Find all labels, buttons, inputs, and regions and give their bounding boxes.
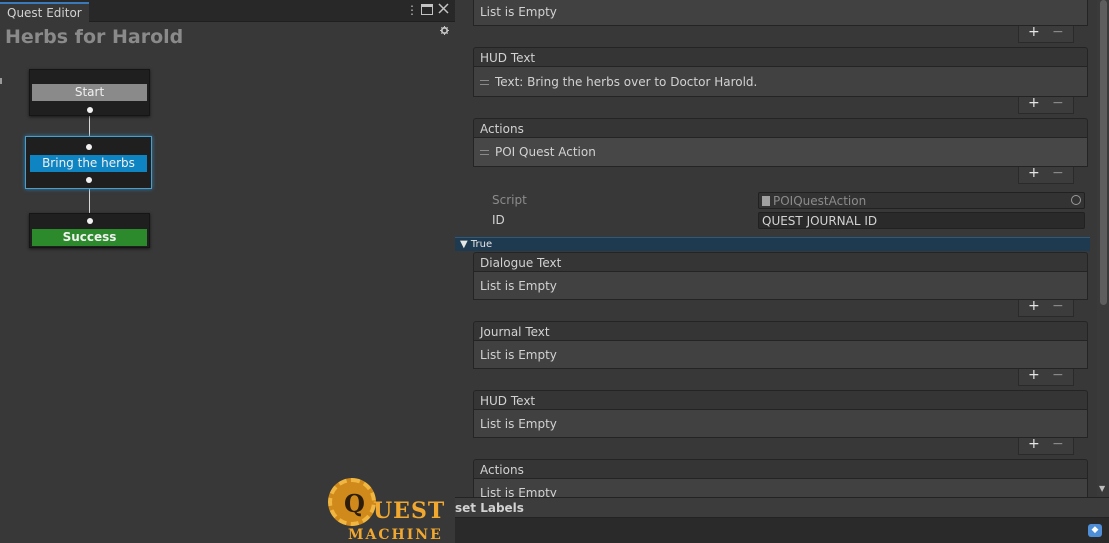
list-empty-text: List is Empty [473, 272, 1088, 300]
quest-node-bring-the-herbs[interactable]: Bring the herbs [25, 136, 152, 189]
quest-machine-logo: Q UEST MACHINE [328, 478, 455, 543]
drag-handle-icon[interactable] [480, 150, 489, 155]
node-label-start: Start [32, 84, 147, 101]
actions-item[interactable]: POI Quest Action [473, 138, 1088, 167]
drag-handle-icon[interactable] [480, 80, 489, 85]
script-file-icon [762, 196, 770, 206]
output-port[interactable] [87, 107, 93, 113]
node-inspector: List is Empty + − HUD Text Text: Bring t… [455, 0, 1109, 497]
remove-item-button[interactable]: − [1052, 367, 1064, 383]
list-controls-journal-text: + − [1018, 367, 1074, 386]
quest-graph-panel: Quest Editor ⋮ Herbs for Harold Start Br… [0, 0, 455, 543]
node-label-success: Success [32, 229, 147, 246]
actions-section-true: Actions List is Empty [473, 459, 1088, 497]
hud-text-section-true: HUD Text List is Empty [473, 390, 1088, 438]
list-empty-text: List is Empty [473, 341, 1088, 369]
quest-node-success[interactable]: Success [29, 213, 150, 248]
node-label-bring-the-herbs: Bring the herbs [30, 155, 147, 172]
input-port[interactable] [86, 144, 92, 150]
tab-bar: Quest Editor ⋮ [0, 0, 455, 22]
dialogue-text-header[interactable]: Dialogue Text [473, 252, 1088, 272]
list-empty-text: List is Empty [473, 479, 1088, 497]
list-controls-hud-text: + − [1018, 95, 1074, 114]
list-empty-text: List is Empty [473, 0, 1088, 26]
graph-edge-marker [0, 78, 2, 84]
remove-item-button[interactable]: − [1052, 24, 1064, 40]
hud-text-header[interactable]: HUD Text [473, 390, 1088, 410]
logo-word-quest: UEST [373, 498, 446, 524]
labels-bar[interactable]: set Labels [455, 497, 1109, 518]
object-picker-icon[interactable] [1071, 195, 1081, 205]
kebab-menu-icon[interactable]: ⋮ [406, 4, 418, 16]
remove-item-button[interactable]: − [1052, 95, 1064, 111]
output-port[interactable] [86, 177, 92, 183]
remove-item-button[interactable]: − [1052, 436, 1064, 452]
list-controls-hud-text-true: + − [1018, 436, 1074, 455]
id-label: ID [492, 213, 505, 227]
list-section-top: List is Empty [473, 0, 1088, 26]
hud-text-value: Text: Bring the herbs over to Doctor Har… [495, 75, 758, 89]
scrollbar-thumb[interactable] [1100, 0, 1107, 305]
gear-logo-icon: Q [328, 478, 376, 526]
script-field: POIQuestAction [758, 192, 1085, 209]
hud-text-item[interactable]: Text: Bring the herbs over to Doctor Har… [473, 67, 1088, 97]
triangle-down-icon: ▼ [460, 239, 468, 250]
tab-quest-editor[interactable]: Quest Editor [0, 2, 89, 22]
close-icon[interactable] [438, 3, 449, 16]
add-item-button[interactable]: + [1028, 298, 1040, 314]
quest-node-start[interactable]: Start [29, 69, 150, 116]
action-name: POI Quest Action [495, 145, 596, 159]
list-controls-actions: + − [1018, 165, 1074, 184]
actions-header[interactable]: Actions [473, 459, 1088, 479]
journal-text-section: Journal Text List is Empty [473, 321, 1088, 369]
hud-text-section: HUD Text Text: Bring the herbs over to D… [473, 47, 1088, 97]
add-item-button[interactable]: + [1028, 436, 1040, 452]
input-port[interactable] [87, 218, 93, 224]
maximize-icon[interactable] [421, 4, 433, 17]
script-label: Script [492, 193, 527, 207]
scroll-down-arrow-icon[interactable]: ▼ [1099, 484, 1105, 493]
actions-section: Actions POI Quest Action [473, 118, 1088, 167]
quest-editor-window: Quest Editor ⋮ Herbs for Harold Start Br… [0, 0, 1109, 543]
add-item-button[interactable]: + [1028, 367, 1040, 383]
add-item-button[interactable]: + [1028, 165, 1040, 181]
remove-item-button[interactable]: − [1052, 165, 1064, 181]
journal-text-header[interactable]: Journal Text [473, 321, 1088, 341]
foldout-true[interactable]: ▼ True [455, 237, 1090, 251]
list-controls-top: + − [1018, 24, 1074, 43]
list-controls-dialogue-text: + − [1018, 298, 1074, 317]
quest-title: Herbs for Harold [5, 26, 184, 48]
add-item-button[interactable]: + [1028, 95, 1040, 111]
connector-start-to-bring [89, 113, 90, 136]
hud-text-header[interactable]: HUD Text [473, 47, 1088, 67]
list-empty-text: List is Empty [473, 410, 1088, 438]
tag-icon[interactable]: ◆ [1088, 524, 1102, 537]
logo-word-machine: MACHINE [348, 527, 443, 543]
dialogue-text-section: Dialogue Text List is Empty [473, 252, 1088, 300]
gear-icon[interactable] [440, 26, 449, 38]
remove-item-button[interactable]: − [1052, 298, 1064, 314]
foldout-label: True [470, 239, 493, 250]
vertical-scrollbar[interactable]: ▼ [1097, 0, 1109, 497]
status-bar: ◆ [455, 518, 1109, 543]
id-input[interactable]: QUEST JOURNAL ID [758, 212, 1085, 229]
actions-header[interactable]: Actions [473, 118, 1088, 138]
add-item-button[interactable]: + [1028, 24, 1040, 40]
